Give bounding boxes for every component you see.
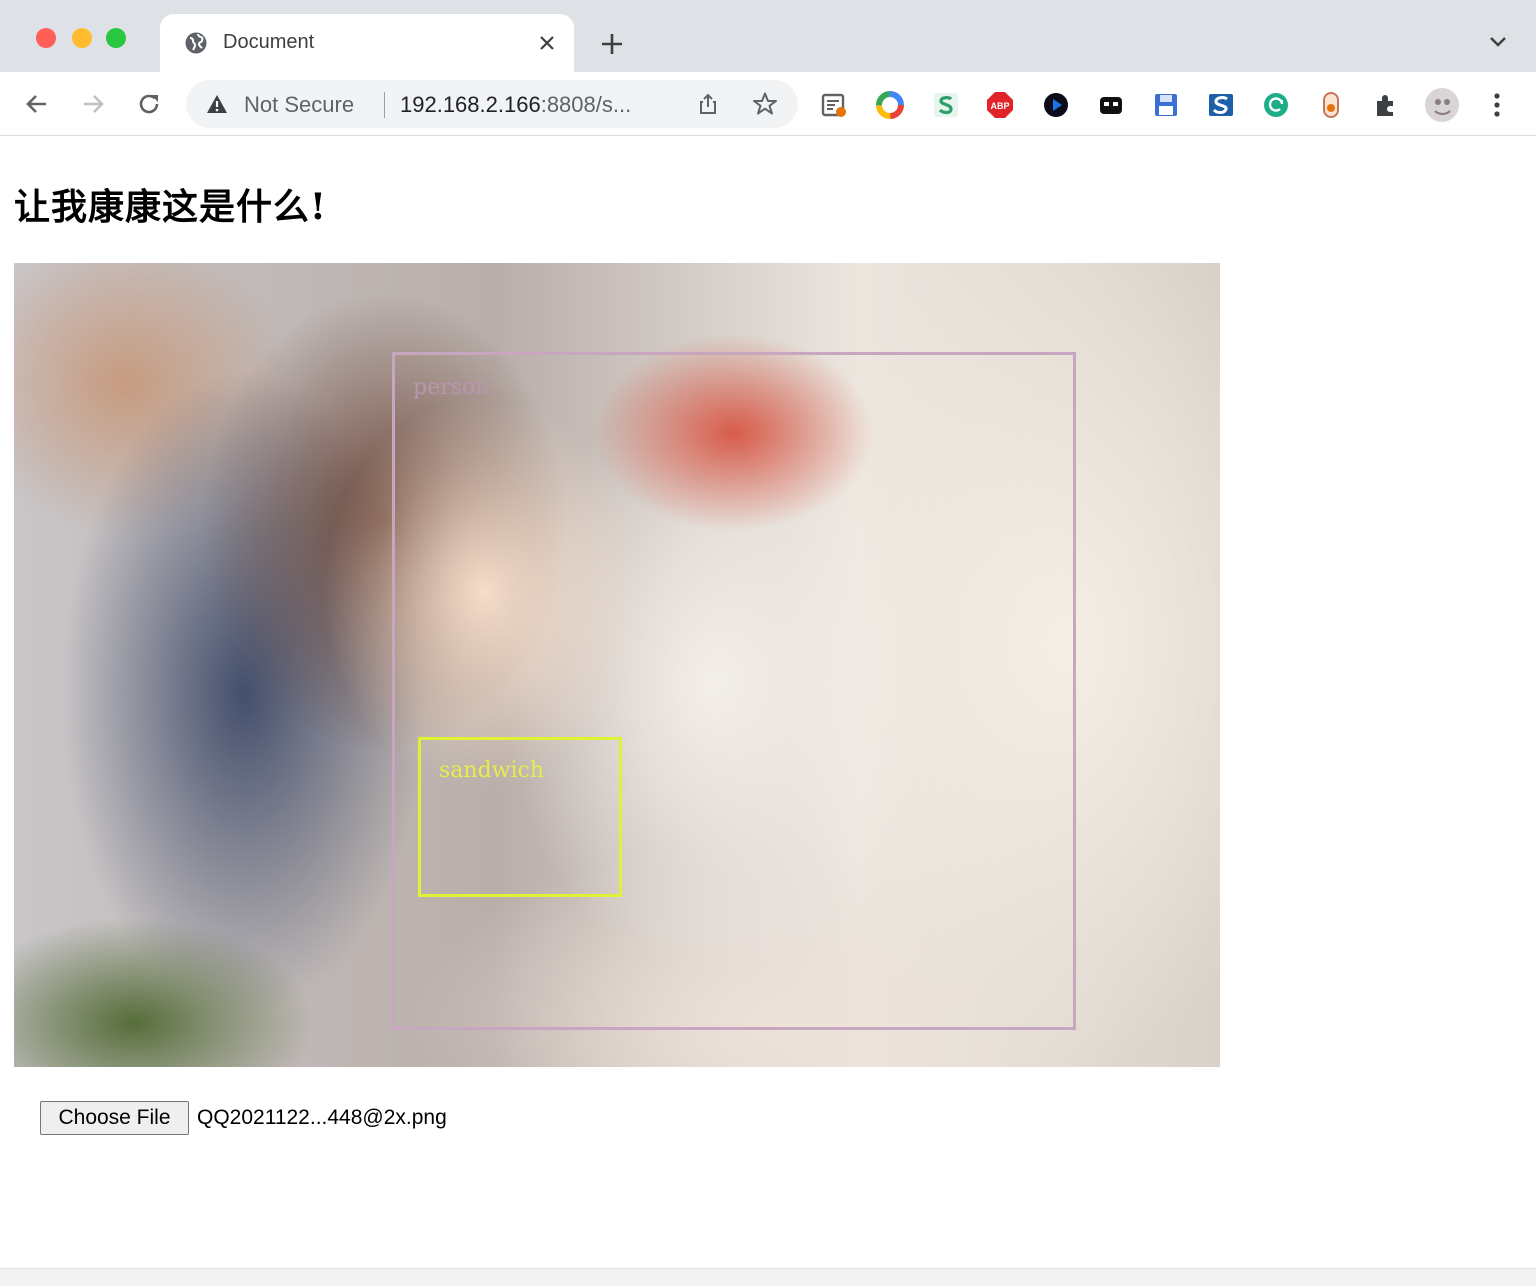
reload-icon [139, 94, 159, 114]
tab-strip: Document [0, 0, 1536, 72]
s-extension-icon[interactable] [932, 91, 960, 119]
s-sync-icon[interactable] [1207, 91, 1235, 119]
globe-icon [185, 32, 207, 54]
share-icon[interactable] [696, 92, 720, 116]
page-heading: 让我康康这是什么! [14, 186, 327, 228]
puzzle-piece-icon[interactable] [1372, 91, 1400, 119]
bounding-box-person: person [392, 352, 1076, 1030]
forward-button[interactable] [78, 89, 108, 119]
omnibox-divider [384, 92, 385, 118]
save-disk-icon[interactable] [1152, 91, 1180, 119]
profile-avatar-icon[interactable] [1424, 87, 1460, 123]
url-path: :8808/s... [540, 92, 632, 117]
mask-icon[interactable] [1097, 91, 1125, 119]
security-status-label[interactable]: Not Secure [244, 92, 354, 118]
window-close-button[interactable] [36, 28, 56, 48]
bounding-box-label: person [413, 375, 490, 400]
color-wheel-icon[interactable] [876, 91, 904, 119]
back-button[interactable] [22, 89, 52, 119]
address-bar[interactable]: Not Secure 192.168.2.166:8808/s... [186, 80, 798, 128]
refresh-circle-icon[interactable] [1262, 91, 1290, 119]
adblock-plus-icon[interactable]: ABP [986, 91, 1014, 119]
url-text[interactable]: 192.168.2.166:8808/s... [400, 92, 631, 118]
arrow-right-icon [84, 95, 104, 113]
detection-result-image: person sandwich [14, 263, 1220, 1067]
window-maximize-button[interactable] [106, 28, 126, 48]
more-options-icon[interactable] [1492, 92, 1502, 118]
reader-mode-icon[interactable] [820, 91, 848, 119]
browser-tab-active[interactable]: Document [160, 14, 574, 72]
arrow-left-icon [26, 95, 46, 113]
window-minimize-button[interactable] [72, 28, 92, 48]
media-play-icon[interactable] [1042, 91, 1070, 119]
selected-file-name: QQ2021122...448@2x.png [197, 1106, 447, 1129]
bounding-box-sandwich: sandwich [418, 737, 622, 897]
bookmark-star-icon[interactable] [752, 91, 778, 117]
warning-triangle-icon [207, 95, 227, 113]
window-bottom-edge [0, 1268, 1536, 1286]
choose-file-button[interactable]: Choose File [40, 1101, 189, 1135]
new-tab-plus-icon[interactable] [598, 30, 626, 58]
chevron-down-icon[interactable] [1488, 34, 1508, 50]
svg-text:ABP: ABP [990, 101, 1009, 111]
browser-toolbar: Not Secure 192.168.2.166:8808/s... ABP [0, 72, 1536, 136]
tab-title: Document [223, 31, 315, 53]
reload-button[interactable] [134, 89, 164, 119]
bounding-box-label: sandwich [439, 758, 545, 783]
close-tab-icon[interactable] [536, 32, 558, 54]
capsule-icon[interactable] [1317, 91, 1345, 119]
url-host: 192.168.2.166 [400, 92, 541, 117]
